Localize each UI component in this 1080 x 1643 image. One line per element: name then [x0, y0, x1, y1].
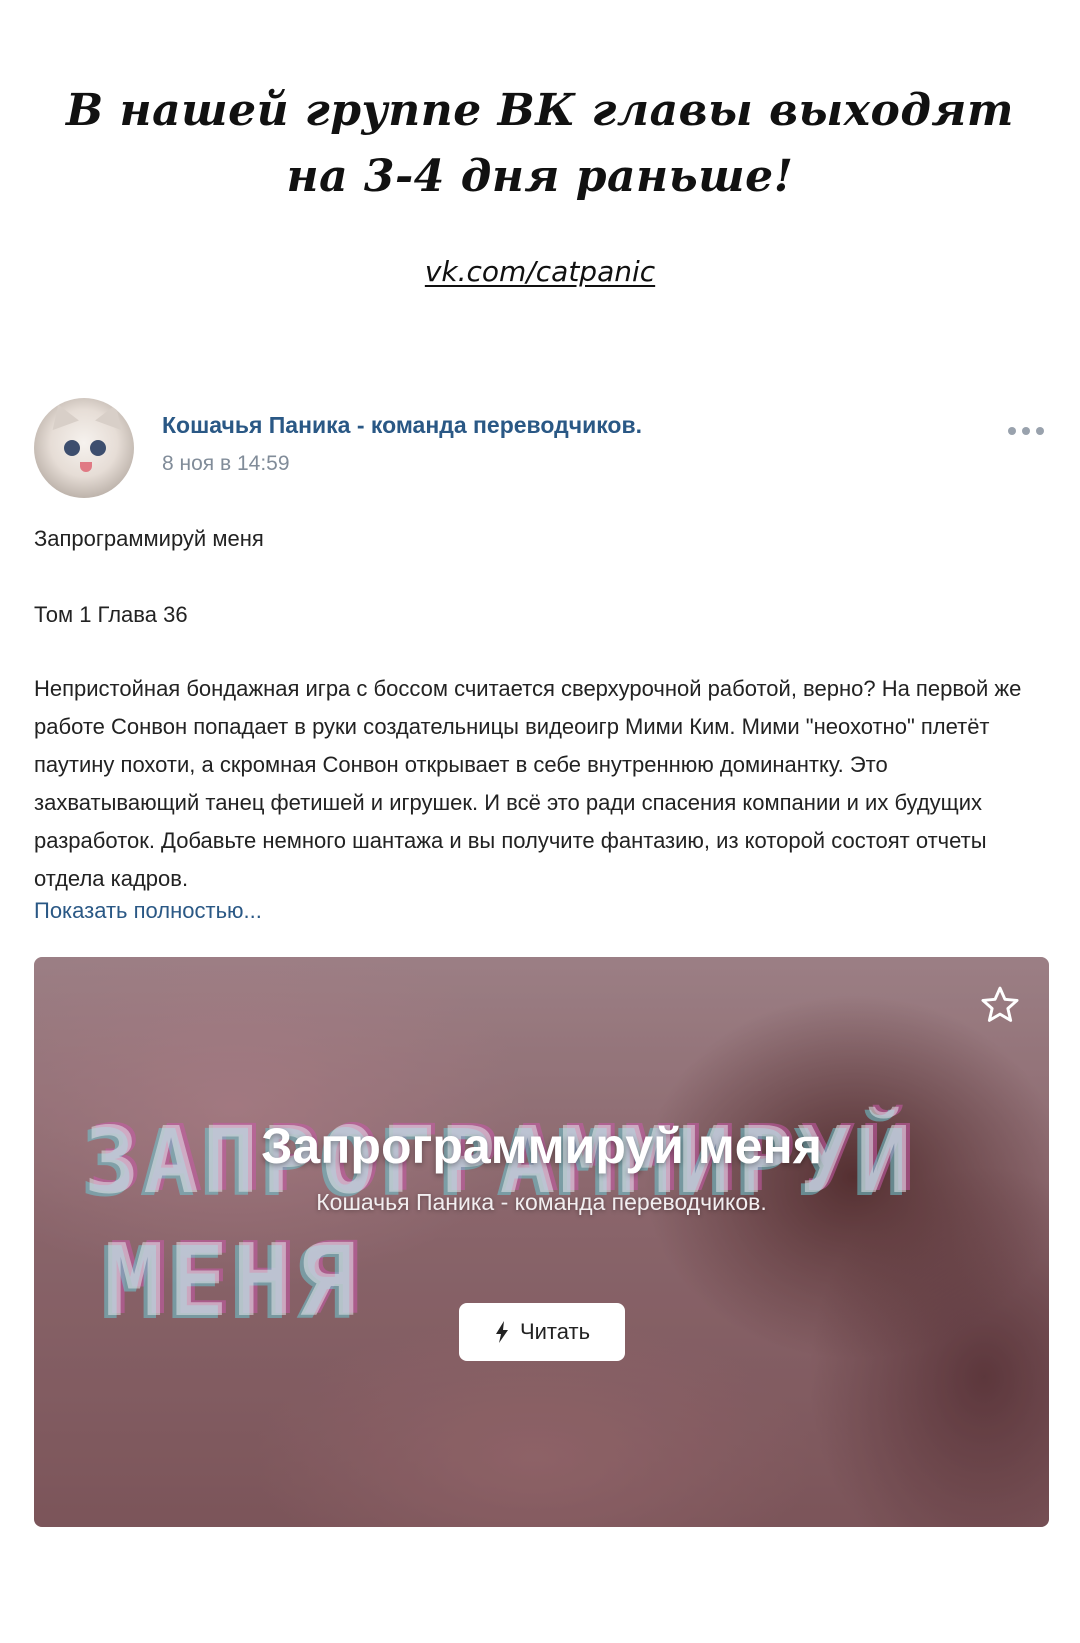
- read-button-label: Читать: [519, 1319, 591, 1344]
- vk-post: Кошачья Паника - команда переводчиков. 8…: [0, 0, 1080, 1643]
- avatar-cat-eye: [64, 440, 80, 456]
- post-date[interactable]: 8 ноя в 14:59: [162, 452, 290, 476]
- lightning-icon: [495, 1321, 508, 1343]
- avatar-cat-eye: [90, 440, 106, 456]
- card-subtitle: Кошачья Паника - команда переводчиков.: [316, 1189, 767, 1215]
- group-name-link[interactable]: Кошачья Паника - команда переводчиков.: [162, 412, 642, 439]
- avatar-cat-ear: [45, 399, 79, 431]
- card-title: Запрограммируй меня: [261, 1118, 822, 1174]
- post-title-line: Запрограммируй меня: [34, 526, 264, 551]
- star-outline-icon[interactable]: [978, 983, 1022, 1027]
- post-description: Непристойная бондажная игра с боссом счи…: [34, 676, 1022, 891]
- more-options-icon[interactable]: [1008, 424, 1044, 438]
- article-card[interactable]: ЗАПРОГРАММИРУЙ МЕНЯ Запрограммируй меня …: [34, 957, 1049, 1527]
- post-chapter-line: Том 1 Глава 36: [34, 602, 188, 627]
- show-more-link[interactable]: Показать полностью...: [34, 898, 262, 924]
- read-button[interactable]: Читать: [459, 1303, 625, 1361]
- group-avatar[interactable]: [34, 398, 134, 498]
- card-background-subtitle: МЕНЯ: [104, 1222, 361, 1339]
- avatar-cat-mouth: [80, 462, 92, 472]
- avatar-cat-ear: [95, 399, 129, 431]
